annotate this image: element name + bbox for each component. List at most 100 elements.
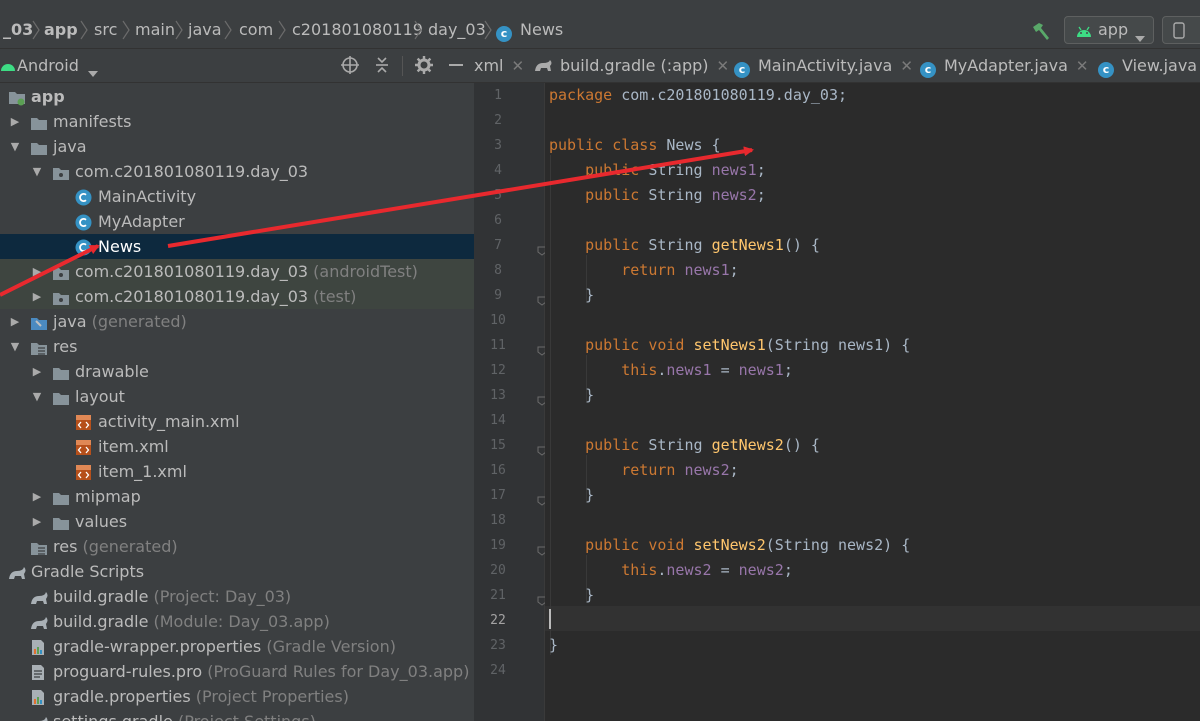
class-icon: c [734,62,750,78]
expanded-arrow-icon[interactable]: ▼ [8,334,22,359]
line-number: 5 [494,188,502,203]
close-icon[interactable]: ✕ [512,57,525,75]
tree-item[interactable]: ▶ manifests [0,109,474,134]
close-icon[interactable]: ✕ [717,57,730,75]
tree-item[interactable]: ▼ layout [0,384,474,409]
collapsed-arrow-icon[interactable]: ▶ [30,359,44,384]
tab-xml[interactable]: xml ✕ [474,49,524,82]
collapsed-arrow-icon[interactable]: ▶ [30,484,44,509]
tree-item[interactable]: MainActivity [0,184,474,209]
tree-item[interactable]: gradle.properties (Project Properties) [0,684,474,709]
collapsed-arrow-icon[interactable]: ▶ [8,109,22,134]
collapsed-arrow-icon[interactable]: ▶ [8,309,22,334]
run-config-label: app [1098,20,1129,39]
tree-item-label: MyAdapter [98,209,185,234]
breadcrumb-day03[interactable]: day_03 [428,12,486,48]
expanded-arrow-icon[interactable]: ▼ [30,159,44,184]
tree-item-name: drawable [75,362,149,381]
tree-item-name: com.c201801080119.day_03 [75,287,309,306]
tab-myadapter[interactable]: c MyAdapter.java ✕ [920,49,1088,82]
breadcrumb-app[interactable]: app [44,12,78,48]
line-number: 24 [490,663,506,678]
line-number: 22 [490,613,506,628]
collapsed-arrow-icon[interactable]: ▶ [30,284,44,309]
breadcrumb-java[interactable]: java [188,12,222,48]
code-editor[interactable]: package com.c201801080119.day_03;public … [545,83,1200,721]
tree-item[interactable]: Gradle Scripts [0,559,474,584]
build-hammer-icon[interactable] [1030,20,1052,42]
tree-item-label: Gradle Scripts [31,559,144,584]
collapsed-arrow-icon[interactable]: ▶ [30,259,44,284]
tree-item[interactable]: ▶ mipmap [0,484,474,509]
chevron-right-icon [484,20,492,40]
locate-icon[interactable] [340,55,360,75]
tree-item-name: res [53,337,78,356]
line-number: 20 [490,563,506,578]
tree-item[interactable]: proguard-rules.pro (ProGuard Rules for D… [0,659,474,684]
close-icon[interactable]: ✕ [900,57,913,75]
tree-item-label: News [98,234,141,259]
tree-item[interactable]: ▼ res [0,334,474,359]
tree-item[interactable]: settings.gradle (Project Settings) [0,709,474,721]
tree-item-label: values [75,509,127,534]
close-icon[interactable]: ✕ [1076,57,1089,75]
line-number: 6 [494,213,502,228]
toolbar-divider [402,56,403,76]
editor-gutter: 1 2 3 4 5 6 7 8 9 10 11 12 13 14 15 16 17 18 19 20 21 22 23 24 [474,83,547,721]
code-line: public String news2; [585,186,766,204]
tree-item[interactable]: item_1.xml [0,459,474,484]
collapsed-arrow-icon[interactable]: ▶ [30,509,44,534]
tree-item[interactable]: MyAdapter [0,209,474,234]
tree-item-name: res [53,537,78,556]
line-number: 1 [494,88,502,103]
tree-item-name: build.gradle [53,612,149,631]
tree-item[interactable]: item.xml [0,434,474,459]
tab-build-gradle[interactable]: build.gradle (:app) ✕ [534,49,729,82]
tree-item[interactable]: ▶ java (generated) [0,309,474,334]
tree-item[interactable]: ▼ com.c201801080119.day_03 [0,159,474,184]
chevron-right-icon [278,20,286,40]
line-number: 9 [494,288,502,303]
tree-item[interactable]: app [0,84,474,109]
breadcrumb-com[interactable]: com [239,12,273,48]
tree-item-name: item.xml [98,437,169,456]
project-view-label[interactable]: Android [17,49,79,82]
breadcrumb-src[interactable]: src [94,12,117,48]
tree-item[interactable]: ▶ com.c201801080119.day_03 (test) [0,284,474,309]
tree-item[interactable]: build.gradle (Module: Day_03.app) [0,609,474,634]
hide-panel-icon[interactable] [446,55,466,75]
tab-view-java[interactable]: c View.java [1094,49,1200,82]
tree-item-label: res [53,334,77,359]
device-select[interactable] [1162,16,1200,44]
tree-item-name: app [31,87,65,106]
tree-item[interactable]: activity_main.xml [0,409,474,434]
expanded-arrow-icon[interactable]: ▼ [8,134,22,159]
tree-item[interactable]: ▶ values [0,509,474,534]
tab-mainactivity[interactable]: c MainActivity.java ✕ [734,49,913,82]
code-line: package com.c201801080119.day_03; [549,86,848,104]
layout-xml-icon [75,463,93,480]
tree-item[interactable]: ▶ com.c201801080119.day_03 (androidTest) [0,259,474,284]
line-number: 10 [490,313,506,328]
tree-item[interactable]: ▼ java [0,134,474,159]
tree-item[interactable]: build.gradle (Project: Day_03) [0,584,474,609]
collapse-all-icon[interactable] [372,55,392,75]
gear-icon[interactable] [414,55,434,75]
chevron-down-icon[interactable] [88,62,98,81]
expanded-arrow-icon[interactable]: ▼ [30,384,44,409]
text-file-icon [30,663,48,680]
gradle-icon [30,713,48,721]
project-toolbar: Android [0,49,474,83]
tree-item[interactable]: ▶ drawable [0,359,474,384]
line-number: 23 [490,638,506,653]
tree-item[interactable]: gradle-wrapper.properties (Gradle Versio… [0,634,474,659]
breadcrumb-news[interactable]: c News [496,12,563,48]
run-config-select[interactable]: app [1064,16,1154,44]
tree-item[interactable]: res (generated) [0,534,474,559]
tree-item[interactable]: News [0,234,474,259]
breadcrumb-project[interactable]: _03 [3,12,33,48]
breadcrumb-main[interactable]: main [135,12,175,48]
tab-label: View.java [1122,56,1198,75]
breadcrumb-package[interactable]: c201801080119 [292,12,423,48]
tree-item-name: com.c201801080119.day_03 [75,262,309,281]
